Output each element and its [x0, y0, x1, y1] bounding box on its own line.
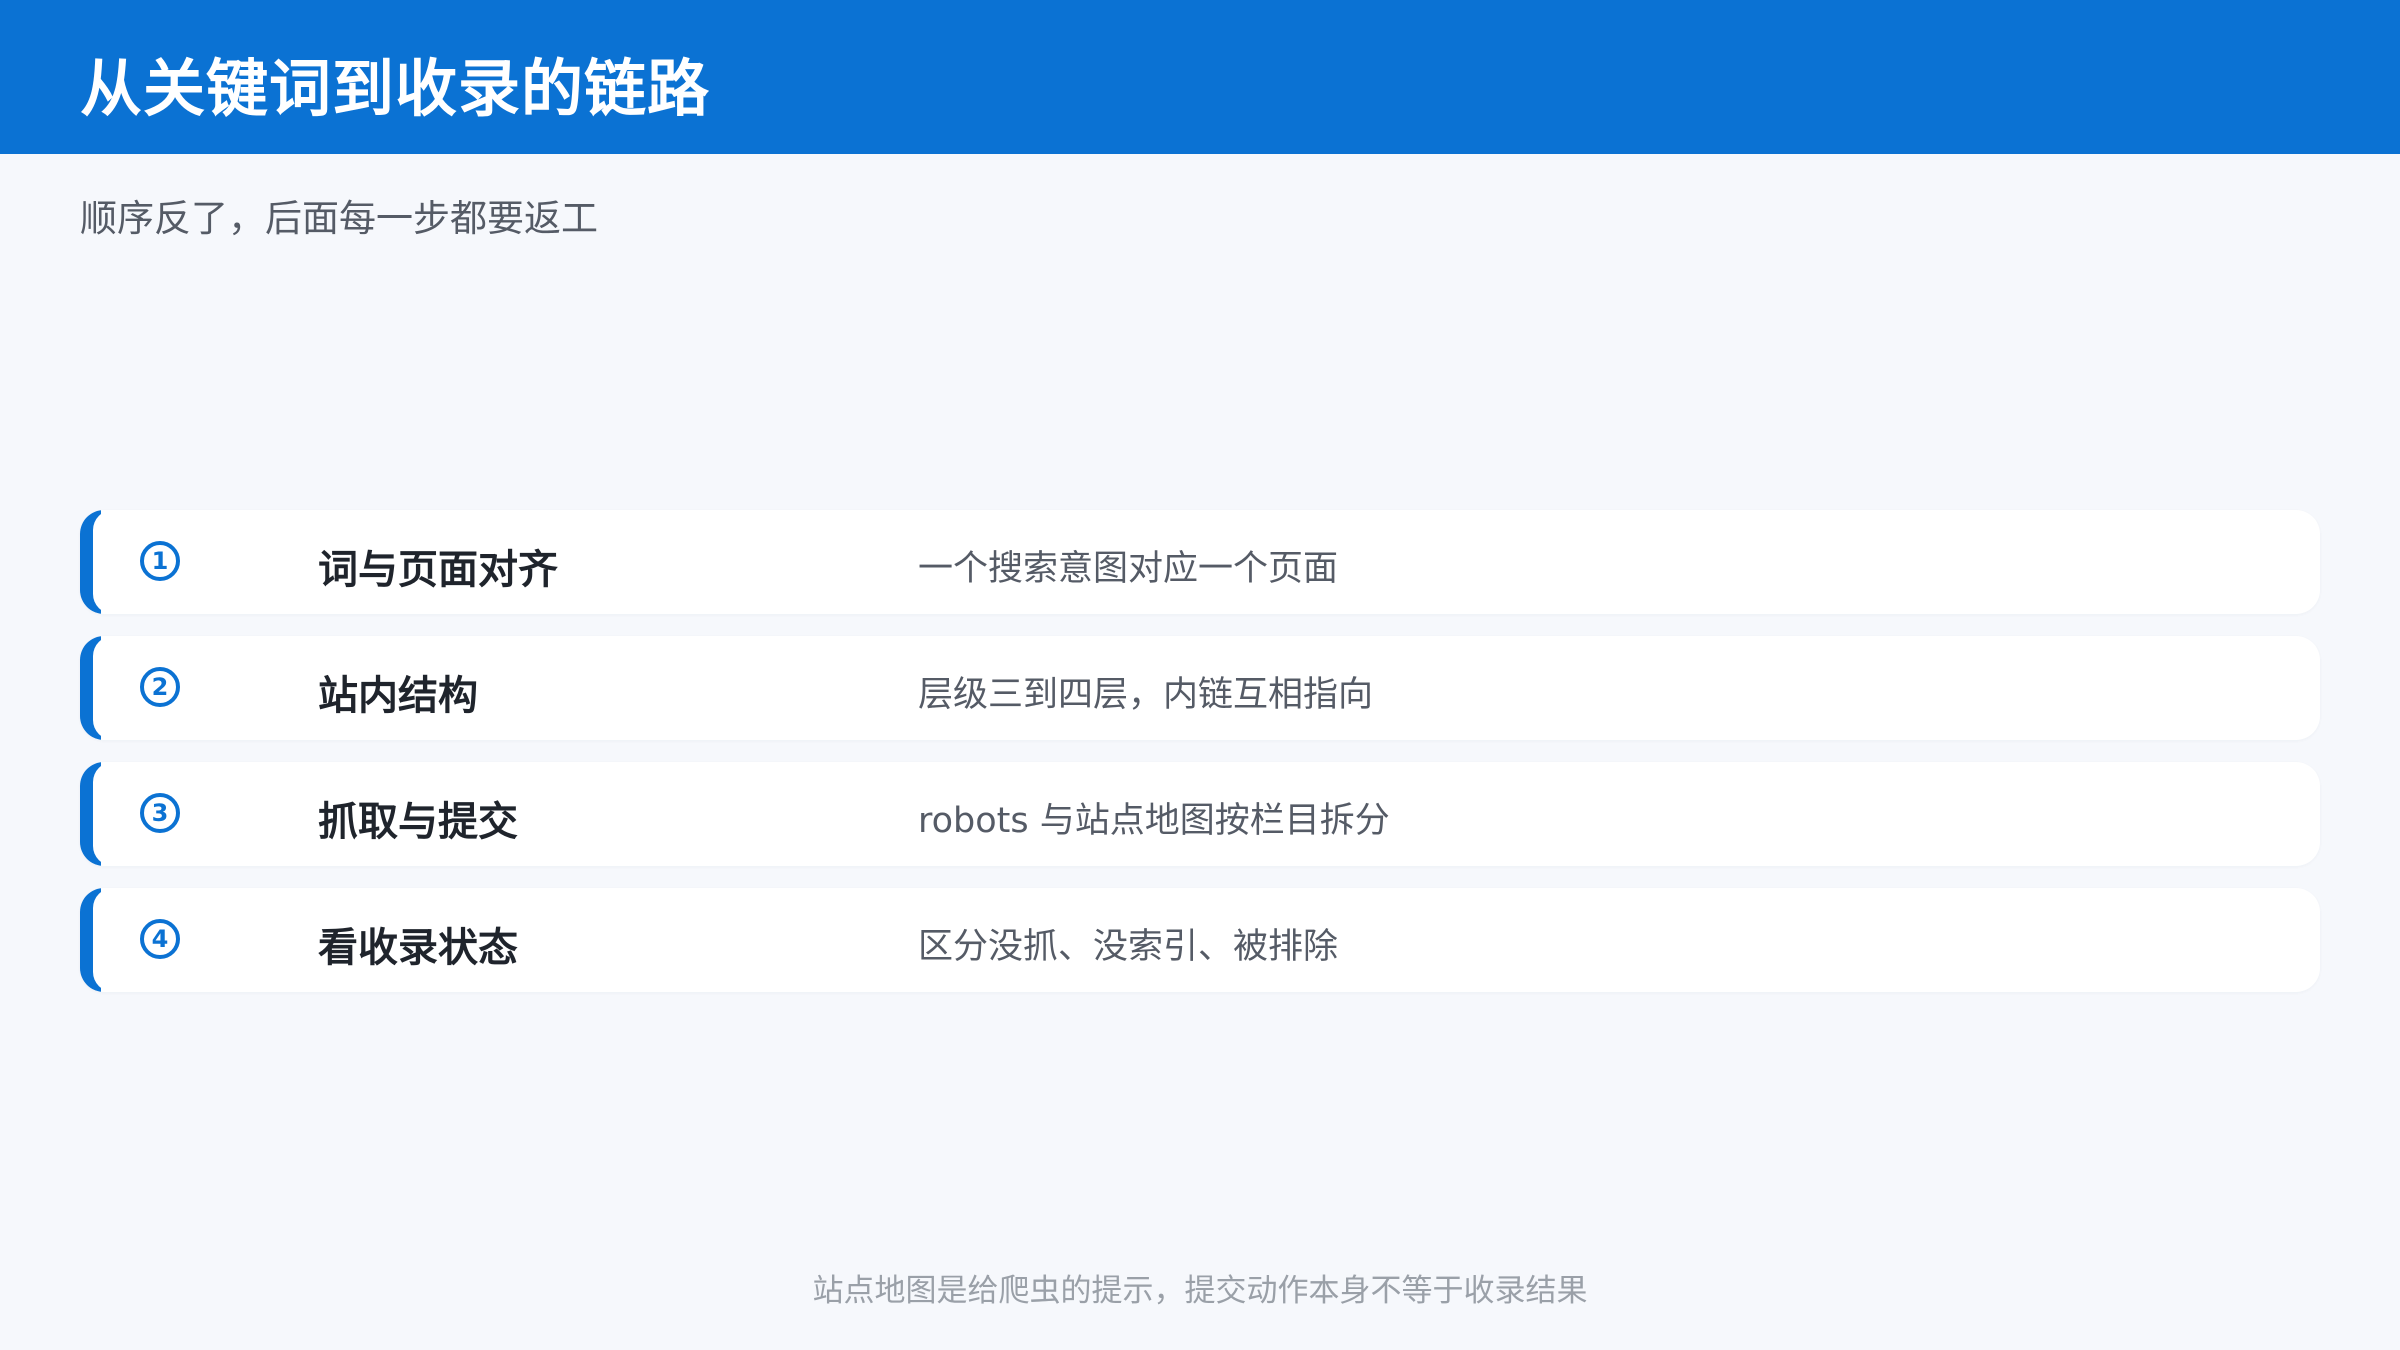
step-description: robots 与站点地图按栏目拆分	[918, 801, 1390, 841]
slide-title: 从关键词到收录的链路	[80, 52, 711, 125]
slide-subtitle: 顺序反了，后面每一步都要返工	[80, 197, 598, 240]
step-description: 层级三到四层，内链互相指向	[918, 675, 1374, 715]
step-label: 词与页面对齐	[318, 547, 558, 593]
footer-note: 站点地图是给爬虫的提示，提交动作本身不等于收录结果	[812, 1273, 1588, 1309]
step-label: 抓取与提交	[318, 799, 518, 845]
header-bar: 从关键词到收录的链路	[0, 0, 2400, 154]
step-row-3: 3 抓取与提交 robots 与站点地图按栏目拆分	[80, 762, 2320, 866]
step-row-1: 1 词与页面对齐 一个搜索意图对应一个页面	[80, 510, 2320, 614]
step-number-badge: 3	[140, 793, 180, 833]
step-number: 1	[151, 547, 169, 575]
step-number-badge: 4	[140, 919, 180, 959]
step-number-badge: 2	[140, 667, 180, 707]
step-row-2: 2 站内结构 层级三到四层，内链互相指向	[80, 636, 2320, 740]
step-row-4: 4 看收录状态 区分没抓、没索引、被排除	[80, 888, 2320, 992]
steps-list: 1 词与页面对齐 一个搜索意图对应一个页面 2 站内结构 层级三到四层，内链互相…	[80, 510, 2320, 1014]
step-number-badge: 1	[140, 541, 180, 581]
step-label: 看收录状态	[318, 925, 518, 971]
step-number: 2	[151, 673, 169, 701]
step-label: 站内结构	[318, 673, 478, 719]
step-number: 3	[151, 799, 169, 827]
step-description: 区分没抓、没索引、被排除	[918, 927, 1339, 967]
step-description: 一个搜索意图对应一个页面	[918, 549, 1339, 589]
step-number: 4	[151, 925, 169, 953]
